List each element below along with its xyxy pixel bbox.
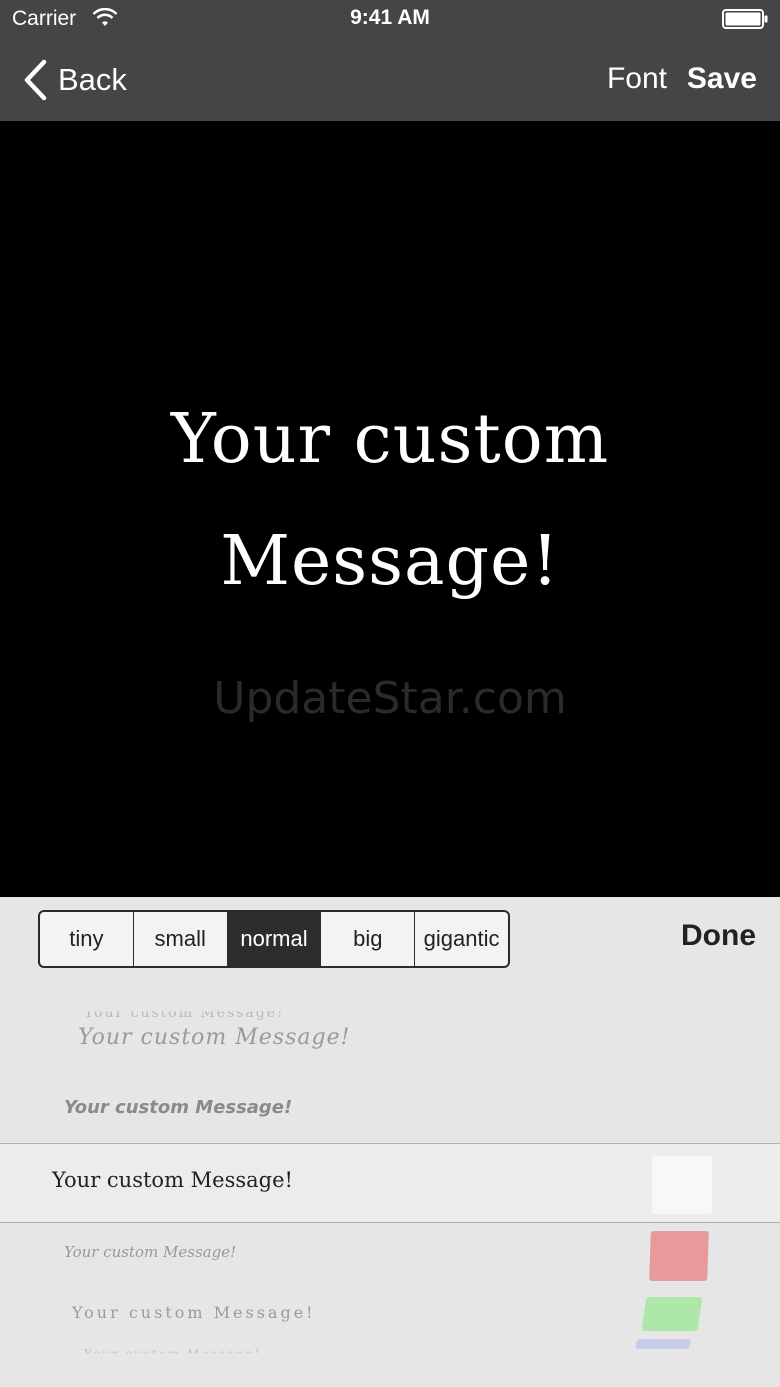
selected-font-sample: Your custom Message!: [52, 1168, 293, 1192]
font-option[interactable]: Your custom Message!: [78, 1025, 350, 1050]
size-segmented-control: tiny small normal big gigantic: [38, 910, 510, 968]
color-swatch-green[interactable]: [641, 1297, 703, 1331]
font-option[interactable]: Your custom Message!: [64, 1097, 292, 1118]
color-swatch-blue[interactable]: [634, 1339, 692, 1349]
size-option-normal[interactable]: normal: [227, 912, 322, 966]
clock: 9:41 AM: [350, 6, 430, 29]
done-button[interactable]: Done: [681, 919, 756, 953]
custom-message[interactable]: Your custom Message!: [0, 379, 780, 623]
font-picker-wheel[interactable]: Your custom Message! Your custom Message…: [0, 1007, 780, 1387]
size-option-gigantic[interactable]: gigantic: [415, 912, 508, 966]
navigation-bar: Back Font Save: [0, 40, 780, 121]
font-option[interactable]: Your custom Message!: [64, 1243, 236, 1261]
battery-icon: [722, 9, 768, 29]
font-picker-panel: tiny small normal big gigantic Done Your…: [0, 897, 780, 1387]
font-option[interactable]: Your custom Message!: [84, 1347, 262, 1353]
message-line-2: Message!: [220, 522, 560, 601]
message-canvas[interactable]: Your custom Message! UpdateStar.com: [0, 121, 780, 897]
chevron-left-icon: [24, 59, 47, 101]
top-bar: Carrier 9:41 AM Back Font Save: [0, 0, 780, 121]
size-option-small[interactable]: small: [134, 912, 228, 966]
back-button[interactable]: Back: [22, 58, 127, 102]
message-line-1: Your custom: [170, 400, 610, 479]
font-button[interactable]: Font: [607, 62, 667, 96]
color-swatch-white[interactable]: [652, 1156, 712, 1214]
font-option-selected[interactable]: Your custom Message!: [0, 1143, 780, 1223]
status-bar: Carrier 9:41 AM: [0, 0, 780, 40]
font-option[interactable]: Your custom Message!: [84, 1011, 285, 1021]
save-button[interactable]: Save: [687, 62, 757, 96]
watermark: UpdateStar.com: [213, 673, 567, 724]
back-label: Back: [58, 62, 127, 97]
color-swatch-red[interactable]: [649, 1231, 709, 1281]
font-option[interactable]: Your custom Message!: [72, 1303, 316, 1322]
size-option-tiny[interactable]: tiny: [40, 912, 134, 966]
size-option-big[interactable]: big: [321, 912, 416, 966]
